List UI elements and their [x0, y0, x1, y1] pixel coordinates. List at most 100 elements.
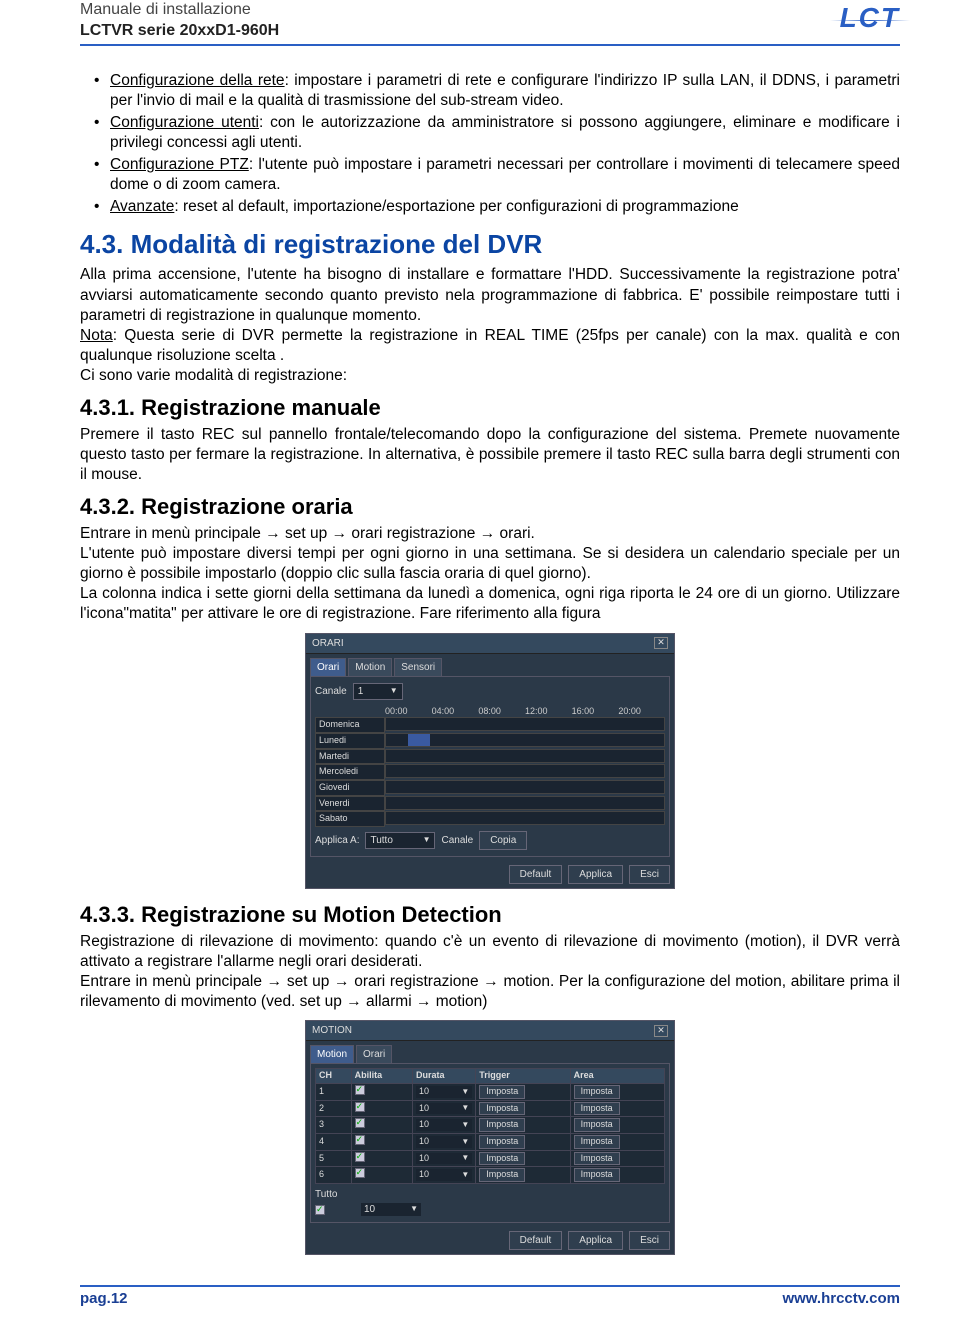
- paragraph: Entrare in menù principale → set up → or…: [80, 524, 900, 544]
- schedule-row: Sabato: [315, 811, 665, 827]
- tutto-label: Tutto: [315, 1188, 665, 1201]
- tab-motion[interactable]: Motion: [310, 1045, 354, 1063]
- close-icon[interactable]: ✕: [654, 1025, 668, 1037]
- close-icon[interactable]: ✕: [654, 637, 668, 649]
- imposta-button[interactable]: Imposta: [574, 1102, 620, 1116]
- tutto-durata-dropdown[interactable]: 10 ▼: [361, 1203, 421, 1216]
- durata-dropdown[interactable]: 10▼: [416, 1153, 472, 1165]
- motion-table: CH Abilita Durata Trigger Area 110▼Impos…: [315, 1068, 665, 1184]
- tab-sensori[interactable]: Sensori: [394, 658, 442, 676]
- orari-tabs: Orari Motion Sensori: [306, 654, 674, 676]
- copia-button[interactable]: Copia: [479, 831, 527, 850]
- abilita-checkbox[interactable]: [355, 1102, 365, 1112]
- abilita-checkbox[interactable]: [355, 1118, 365, 1128]
- motion-footer: Default Applica Esci: [306, 1227, 674, 1254]
- durata-dropdown[interactable]: 10▼: [416, 1103, 472, 1115]
- schedule-row: Giovedi: [315, 780, 665, 796]
- tab-motion[interactable]: Motion: [348, 658, 392, 676]
- logo: LCT: [840, 0, 900, 36]
- chevron-down-icon: ▼: [461, 1153, 469, 1163]
- tutto-dropdown[interactable]: Tutto ▼: [365, 832, 435, 849]
- default-button[interactable]: Default: [509, 1231, 563, 1250]
- doc-header: Manuale di installazione LCTVR serie 20x…: [80, 0, 900, 46]
- schedule-row: Martedi: [315, 749, 665, 765]
- schedule-bar[interactable]: [385, 780, 665, 794]
- canale-dropdown[interactable]: 1 ▼: [353, 683, 403, 700]
- imposta-button[interactable]: Imposta: [574, 1135, 620, 1149]
- imposta-button[interactable]: Imposta: [574, 1085, 620, 1099]
- tab-orari[interactable]: Orari: [356, 1045, 392, 1063]
- cell-ch: 4: [316, 1133, 352, 1150]
- durata-dropdown[interactable]: 10▼: [416, 1086, 472, 1098]
- imposta-button[interactable]: Imposta: [479, 1085, 525, 1099]
- motion-title: MOTION: [312, 1024, 352, 1037]
- schedule-row: Venerdi: [315, 796, 665, 812]
- day-label: Martedi: [315, 749, 385, 765]
- schedule-bar[interactable]: [385, 749, 665, 763]
- abilita-checkbox[interactable]: [355, 1135, 365, 1145]
- cell-trigger: Imposta: [476, 1083, 570, 1100]
- applica-label: Applica A:: [315, 834, 359, 847]
- time-tick: 16:00: [572, 706, 619, 718]
- imposta-button[interactable]: Imposta: [574, 1168, 620, 1182]
- paragraph: Registrazione di rilevazione di moviment…: [80, 932, 900, 972]
- chevron-down-icon: ▼: [461, 1087, 469, 1097]
- applica-button[interactable]: Applica: [568, 1231, 623, 1250]
- abilita-checkbox[interactable]: [355, 1085, 365, 1095]
- heading-4-3-3: 4.3.3. Registrazione su Motion Detection: [80, 901, 900, 930]
- cell-trigger: Imposta: [476, 1133, 570, 1150]
- cell-ch: 2: [316, 1100, 352, 1117]
- durata-dropdown[interactable]: 10▼: [416, 1169, 472, 1181]
- time-tick: 20:00: [618, 706, 665, 718]
- imposta-button[interactable]: Imposta: [479, 1168, 525, 1182]
- tutto-checkbox[interactable]: [315, 1205, 325, 1215]
- cell-trigger: Imposta: [476, 1117, 570, 1134]
- cell-abilita: [351, 1150, 412, 1167]
- schedule-bar[interactable]: [385, 717, 665, 731]
- tab-orari[interactable]: Orari: [310, 658, 346, 676]
- motion-inner: CH Abilita Durata Trigger Area 110▼Impos…: [310, 1063, 670, 1223]
- header-line2: LCTVR serie 20xxD1-960H: [80, 21, 279, 42]
- imposta-button[interactable]: Imposta: [479, 1135, 525, 1149]
- esci-button[interactable]: Esci: [629, 1231, 670, 1250]
- cell-durata: 10▼: [413, 1133, 476, 1150]
- applica-button[interactable]: Applica: [568, 865, 623, 884]
- paragraph: Premere il tasto REC sul pannello fronta…: [80, 425, 900, 485]
- orari-footer: Default Applica Esci: [306, 861, 674, 888]
- default-button[interactable]: Default: [509, 865, 563, 884]
- imposta-button[interactable]: Imposta: [479, 1102, 525, 1116]
- cell-area: Imposta: [570, 1083, 664, 1100]
- abilita-checkbox[interactable]: [355, 1168, 365, 1178]
- schedule-bar[interactable]: [385, 764, 665, 778]
- imposta-button[interactable]: Imposta: [479, 1152, 525, 1166]
- paragraph: Ci sono varie modalità di registrazione:: [80, 366, 900, 386]
- canale-row: Canale 1 ▼: [315, 681, 665, 702]
- imposta-button[interactable]: Imposta: [574, 1152, 620, 1166]
- bullet-label: Avanzate: [110, 198, 174, 215]
- cell-area: Imposta: [570, 1167, 664, 1184]
- chevron-down-icon: ▼: [390, 686, 398, 696]
- canale-value: 1: [358, 685, 364, 698]
- schedule-bar[interactable]: [385, 811, 665, 825]
- imposta-button[interactable]: Imposta: [479, 1118, 525, 1132]
- chevron-down-icon: ▼: [461, 1170, 469, 1180]
- schedule-row: Domenica: [315, 717, 665, 733]
- cell-ch: 3: [316, 1117, 352, 1134]
- bullet-item: Avanzate: reset al default, importazione…: [110, 197, 900, 217]
- col-ch: CH: [316, 1069, 352, 1084]
- motion-titlebar: MOTION ✕: [306, 1021, 674, 1041]
- bullet-label: Configurazione utenti: [110, 114, 259, 131]
- col-durata: Durata: [413, 1069, 476, 1084]
- cell-abilita: [351, 1117, 412, 1134]
- orari-window: ORARI ✕ Orari Motion Sensori Canale 1 ▼: [305, 633, 675, 890]
- schedule-bar[interactable]: [385, 733, 665, 747]
- schedule-bar[interactable]: [385, 796, 665, 810]
- orari-title: ORARI: [312, 637, 344, 650]
- durata-dropdown[interactable]: 10▼: [416, 1136, 472, 1148]
- abilita-checkbox[interactable]: [355, 1152, 365, 1162]
- cell-trigger: Imposta: [476, 1150, 570, 1167]
- esci-button[interactable]: Esci: [629, 865, 670, 884]
- durata-dropdown[interactable]: 10▼: [416, 1119, 472, 1131]
- imposta-button[interactable]: Imposta: [574, 1118, 620, 1132]
- time-tick: 08:00: [478, 706, 525, 718]
